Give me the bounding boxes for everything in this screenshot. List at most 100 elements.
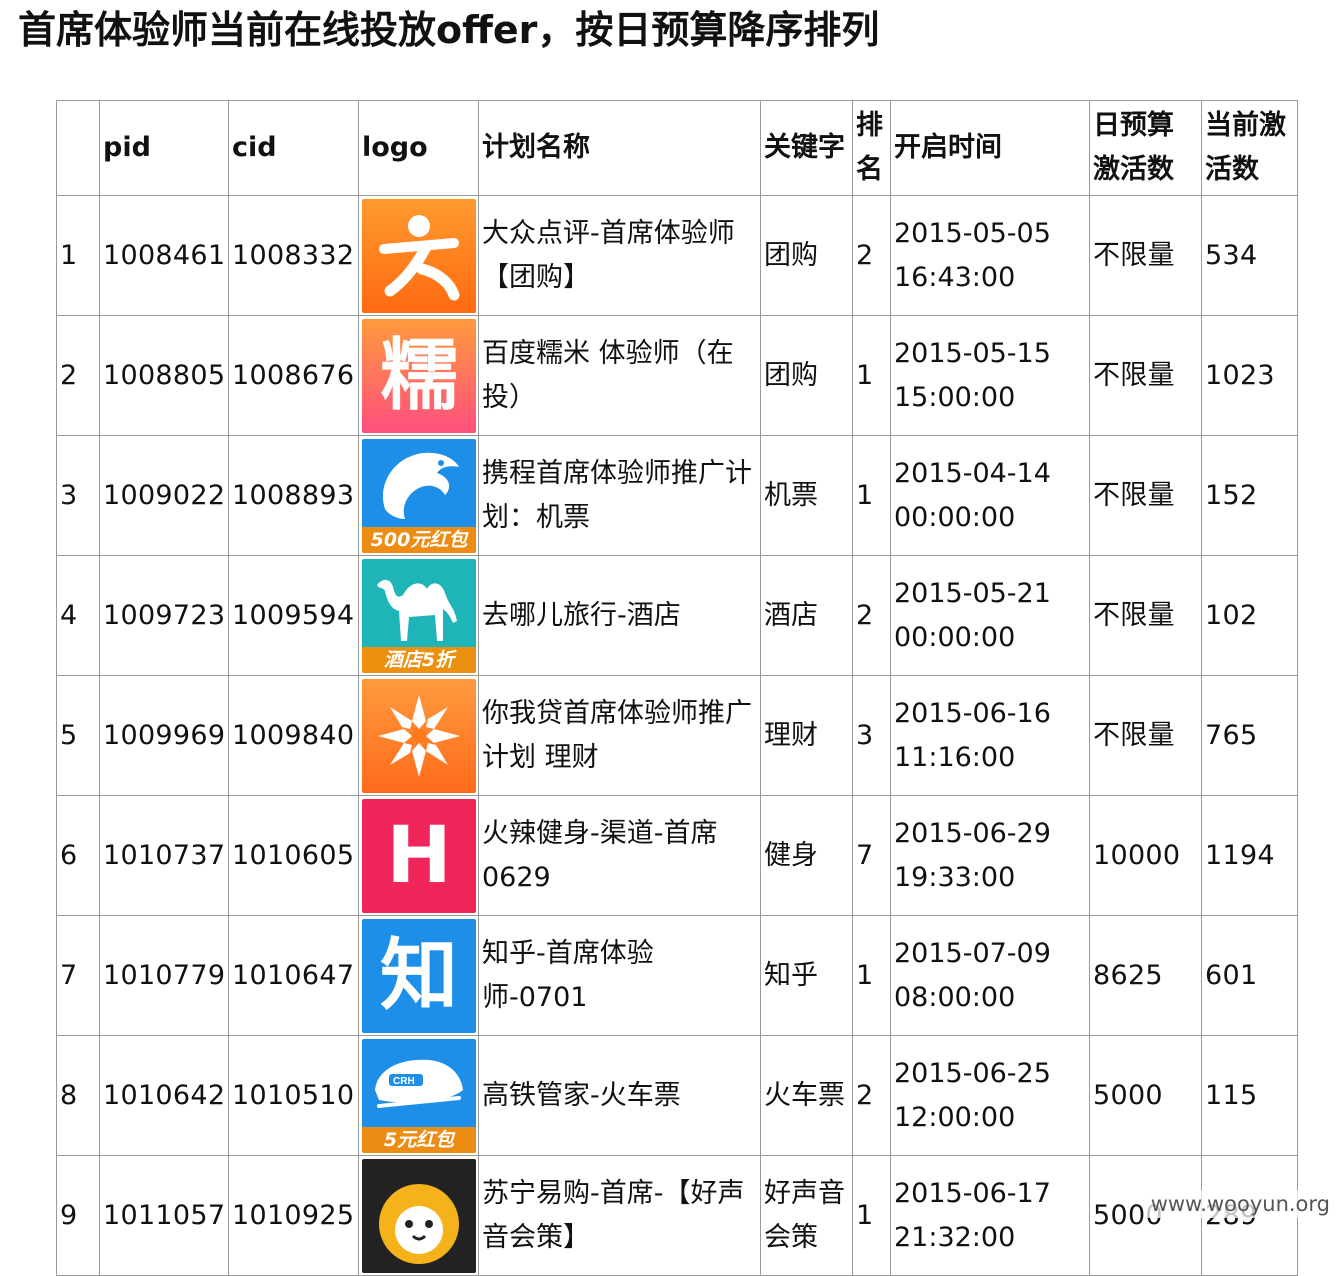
pid-cell: 1010642: [100, 1036, 229, 1156]
rank-cell: 7: [853, 796, 891, 916]
watermark: www.wooyun.org: [1146, 1190, 1334, 1218]
logo-glyph: 知: [379, 930, 458, 1021]
row-index-cell: 6: [57, 796, 100, 916]
pid-cell: 1009969: [100, 676, 229, 796]
start-time-cell: 2015-06-29 19:33:00: [891, 796, 1090, 916]
suning-lion-icon: [362, 1158, 476, 1273]
qunar-camel-icon: 酒店5折: [362, 558, 476, 673]
logo-cell: H: [359, 796, 479, 916]
logo-caption: 500元红包: [362, 526, 476, 553]
current-activations-cell: 1023: [1202, 316, 1298, 436]
dianping-icon: [362, 198, 476, 313]
nuomi-icon: 糯: [362, 318, 476, 433]
keyword-cell: 知乎: [761, 916, 853, 1036]
suning-lion-icon-graphic: [369, 1166, 469, 1266]
rank-cell: 2: [853, 196, 891, 316]
row-index-cell: 7: [57, 916, 100, 1036]
ctrip-dolphin-icon-graphic: [371, 445, 467, 525]
current-activations-cell: 115: [1202, 1036, 1298, 1156]
cid-cell: 1010647: [229, 916, 359, 1036]
row-index-cell: 9: [57, 1156, 100, 1276]
header-logo: logo: [359, 101, 479, 196]
plan-name-cell: 苏宁易购-首席-【好声音会策】: [479, 1156, 761, 1276]
daily-budget-cell: 5000: [1090, 1036, 1202, 1156]
logo-caption: 5元红包: [362, 1126, 476, 1153]
logo-cell: [359, 676, 479, 796]
row-index-cell: 1: [57, 196, 100, 316]
keyword-cell: 火车票: [761, 1036, 853, 1156]
table-row: 7 1010779 1010647 知知乎-首席体验师-0701 知乎 1 2015-07-…: [57, 916, 1298, 1036]
svg-text:CRH: CRH: [393, 1076, 415, 1087]
header-keyword: 关键字: [761, 101, 853, 196]
table-row: 9 1011057 1010925 苏宁易购-首席-【好声音会策】 好声音会策 1 2015…: [57, 1156, 1298, 1276]
logo-cell: [359, 1156, 479, 1276]
dianping-icon-graphic: [376, 211, 462, 301]
header-daily-budget: 日预算激活数: [1090, 101, 1202, 196]
current-activations-cell: 765: [1202, 676, 1298, 796]
rank-cell: 1: [853, 436, 891, 556]
start-time-cell: 2015-06-17 21:32:00: [891, 1156, 1090, 1276]
niwodai-icon-graphic: [374, 691, 464, 781]
row-index-cell: 5: [57, 676, 100, 796]
rank-cell: 2: [853, 1036, 891, 1156]
current-activations-cell: 601: [1202, 916, 1298, 1036]
table-header-row: pid cid logo 计划名称 关键字 排名 开启时间 日预算激活数 当前激…: [57, 101, 1298, 196]
table-row: 6 1010737 1010605 H 火辣健身-渠道-首席0629 健身 7 2015-06…: [57, 796, 1298, 916]
start-time-cell: 2015-06-16 11:16:00: [891, 676, 1090, 796]
keyword-cell: 团购: [761, 196, 853, 316]
plan-name-cell: 你我贷首席体验师推广计划 理财: [479, 676, 761, 796]
start-time-cell: 2015-04-14 00:00:00: [891, 436, 1090, 556]
start-time-cell: 2015-05-21 00:00:00: [891, 556, 1090, 676]
row-index-cell: 2: [57, 316, 100, 436]
keyword-cell: 酒店: [761, 556, 853, 676]
current-activations-cell: 152: [1202, 436, 1298, 556]
table-row: 1 1008461 1008332 大众点评-首席体验师【团购】 团购 2 2015-05-…: [57, 196, 1298, 316]
cid-cell: 1010605: [229, 796, 359, 916]
table-row: 2 1008805 1008676 糯百度糯米 体验师（在投） 团购 1 2015-05-1…: [57, 316, 1298, 436]
qunar-camel-icon-graphic: [369, 565, 469, 645]
cid-cell: 1008332: [229, 196, 359, 316]
huolaxian-h-icon: H: [362, 798, 476, 913]
header-start-time: 开启时间: [891, 101, 1090, 196]
rank-cell: 3: [853, 676, 891, 796]
table-row: 8 1010642 1010510 CRH 5元红包 高铁管家-火车票 火车票 2 2015-0…: [57, 1036, 1298, 1156]
start-time-cell: 2015-06-25 12:00:00: [891, 1036, 1090, 1156]
plan-name-cell: 大众点评-首席体验师【团购】: [479, 196, 761, 316]
keyword-cell: 机票: [761, 436, 853, 556]
gaotie-train-icon-graphic: CRH: [369, 1050, 469, 1120]
rank-cell: 1: [853, 916, 891, 1036]
logo-glyph: H: [386, 810, 452, 901]
daily-budget-cell: 不限量: [1090, 196, 1202, 316]
keyword-cell: 理财: [761, 676, 853, 796]
row-index-cell: 3: [57, 436, 100, 556]
table-row: 5 1009969 1009840 你我贷首席体验师推广计划 理财 理财 3 2015-06…: [57, 676, 1298, 796]
header-rank: 排名: [853, 101, 891, 196]
plan-name-cell: 携程首席体验师推广计划：机票: [479, 436, 761, 556]
plan-name-cell: 火辣健身-渠道-首席0629: [479, 796, 761, 916]
logo-cell: 知: [359, 916, 479, 1036]
header-plan-name: 计划名称: [479, 101, 761, 196]
logo-glyph: 糯: [379, 330, 458, 421]
niwodai-icon: [362, 678, 476, 793]
pid-cell: 1008461: [100, 196, 229, 316]
logo-cell: 500元红包: [359, 436, 479, 556]
start-time-cell: 2015-07-09 08:00:00: [891, 916, 1090, 1036]
keyword-cell: 团购: [761, 316, 853, 436]
row-index-cell: 4: [57, 556, 100, 676]
cid-cell: 1008893: [229, 436, 359, 556]
cid-cell: 1009594: [229, 556, 359, 676]
plan-name-cell: 百度糯米 体验师（在投）: [479, 316, 761, 436]
daily-budget-cell: 不限量: [1090, 556, 1202, 676]
header-current-activations: 当前激活数: [1202, 101, 1298, 196]
cid-cell: 1009840: [229, 676, 359, 796]
current-activations-cell: 1194: [1202, 796, 1298, 916]
header-cid: cid: [229, 101, 359, 196]
header-pid: pid: [100, 101, 229, 196]
pid-cell: 1009022: [100, 436, 229, 556]
header-index: [57, 101, 100, 196]
plan-name-cell: 知乎-首席体验师-0701: [479, 916, 761, 1036]
pid-cell: 1010737: [100, 796, 229, 916]
pid-cell: 1011057: [100, 1156, 229, 1276]
logo-cell: 酒店5折: [359, 556, 479, 676]
offers-table: pid cid logo 计划名称 关键字 排名 开启时间 日预算激活数 当前激…: [56, 100, 1298, 1276]
